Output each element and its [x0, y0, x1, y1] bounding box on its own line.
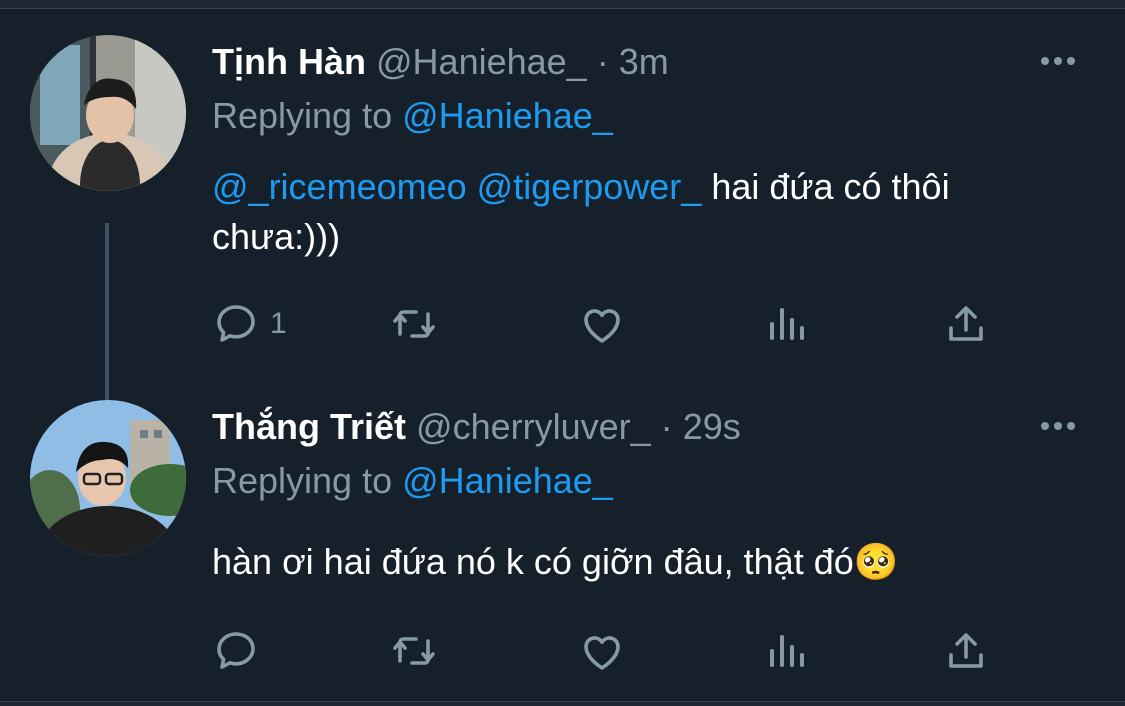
replying-to-mention[interactable]: @Haniehae_	[402, 460, 613, 501]
action-bar	[212, 623, 1012, 683]
tweet-text: @_ricemeomeo @tigerpower_ hai đứa có thô…	[212, 162, 1072, 262]
reply-button[interactable]: 1	[212, 296, 287, 352]
separator-dot: ·	[660, 406, 673, 447]
share-button[interactable]	[942, 623, 990, 679]
analytics-icon	[770, 635, 804, 667]
mention-link[interactable]: @tigerpower_	[477, 166, 702, 207]
share-icon	[949, 633, 983, 668]
reply-icon	[217, 632, 255, 669]
analytics-button[interactable]	[762, 623, 810, 679]
heart-icon	[584, 636, 620, 670]
reply-count: 1	[270, 307, 287, 340]
like-button[interactable]	[578, 296, 626, 352]
username[interactable]: @Haniehae_	[376, 41, 587, 82]
tweet-text: hàn ơi hai đứa nó k có giỡn đâu, thật đó…	[212, 537, 1072, 587]
analytics-icon	[770, 308, 804, 340]
like-button[interactable]	[578, 623, 626, 679]
replying-to-mention[interactable]: @Haniehae_	[402, 95, 613, 136]
reply-icon	[217, 305, 255, 342]
replying-to-label: Replying to	[212, 460, 403, 501]
share-button[interactable]	[942, 296, 990, 352]
tweet[interactable]: Tịnh Hàn @Haniehae_ · 3m Replying to @Ha…	[0, 30, 1125, 425]
tweet[interactable]: Thắng Triết @cherryluver_ · 29s Replying…	[0, 395, 1125, 695]
tweet-header: Thắng Triết @cherryluver_ · 29s	[212, 407, 741, 447]
username[interactable]: @cherryluver_	[416, 406, 651, 447]
mention-link[interactable]: @_ricemeomeo	[212, 166, 467, 207]
replying-to: Replying to @Haniehae_	[212, 461, 613, 501]
retweet-icon	[393, 637, 435, 665]
analytics-button[interactable]	[762, 296, 810, 352]
timestamp[interactable]: 3m	[619, 41, 669, 82]
retweet-button[interactable]	[390, 623, 438, 679]
top-divider	[0, 0, 1125, 9]
tweet-body: hàn ơi hai đứa nó k có giỡn đâu, thật đó	[212, 541, 854, 582]
replying-to: Replying to @Haniehae_	[212, 96, 613, 136]
action-bar: 1	[212, 296, 1012, 356]
reply-button[interactable]	[212, 623, 270, 679]
more-icon[interactable]	[1041, 417, 1081, 437]
retweet-icon	[393, 310, 435, 338]
avatar[interactable]	[30, 35, 186, 191]
share-icon	[949, 306, 983, 341]
display-name[interactable]: Tịnh Hàn	[212, 41, 366, 82]
avatar[interactable]	[30, 400, 186, 556]
separator-dot: ·	[596, 41, 609, 82]
replying-to-label: Replying to	[212, 95, 403, 136]
more-icon[interactable]	[1041, 52, 1081, 72]
pleading-face-emoji: 🥺	[853, 541, 899, 582]
heart-icon	[584, 309, 620, 343]
tweet-header: Tịnh Hàn @Haniehae_ · 3m	[212, 42, 669, 82]
retweet-button[interactable]	[390, 296, 438, 352]
display-name[interactable]: Thắng Triết	[212, 406, 406, 447]
bottom-divider	[0, 701, 1125, 706]
timestamp[interactable]: 29s	[683, 406, 741, 447]
